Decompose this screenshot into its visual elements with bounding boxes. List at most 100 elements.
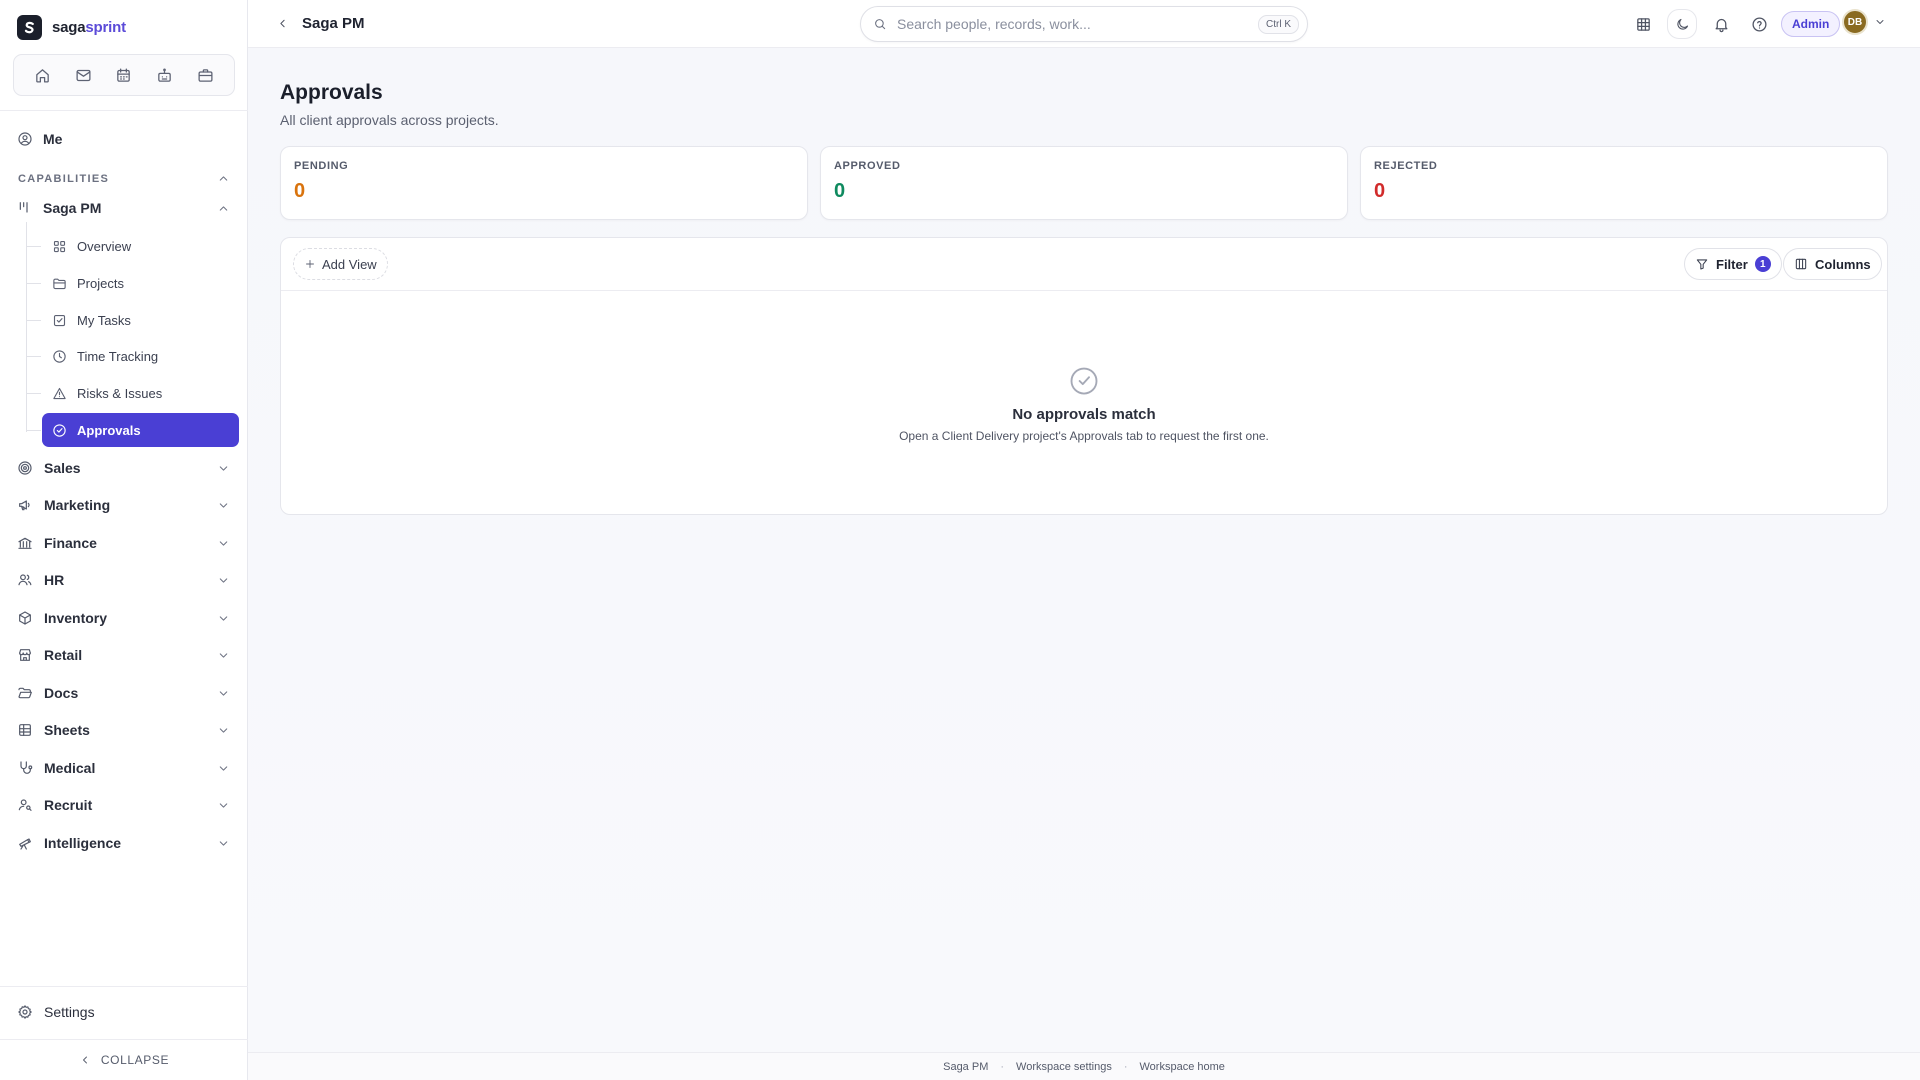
sidebar-group-medical[interactable]: Medical (17, 753, 230, 783)
help-circle-icon (1751, 16, 1768, 33)
theme-toggle-button[interactable] (1667, 9, 1697, 39)
help-button[interactable] (1747, 12, 1771, 36)
briefcase-icon[interactable] (197, 67, 214, 84)
notifications-button[interactable] (1709, 12, 1733, 36)
add-view-label: Add View (322, 256, 377, 272)
sidebar-divider (0, 1039, 248, 1040)
folder-icon (52, 276, 67, 291)
check-circle-icon (1069, 366, 1099, 396)
sidebar-group-label: Retail (44, 647, 83, 663)
brand-logo[interactable]: sagasprint (17, 15, 126, 40)
sidebar: sagasprint Me CAPABILITIES Saga PM Overv… (0, 0, 248, 1080)
chevron-down-icon (217, 687, 230, 700)
main-content: Approvals All client approvals across pr… (248, 48, 1920, 1052)
chevron-down-icon (217, 462, 230, 475)
sidebar-item-projects[interactable]: Projects (42, 266, 239, 300)
store-icon (17, 647, 33, 663)
sidebar-group-intelligence[interactable]: Intelligence (17, 828, 230, 858)
sidebar-group-label: Saga PM (43, 200, 102, 216)
chevron-down-icon (217, 574, 230, 587)
sidebar-item-label: Settings (44, 1004, 95, 1020)
sidebar-group-saga-pm[interactable]: Saga PM (17, 200, 230, 216)
sidebar-item-time-tracking[interactable]: Time Tracking (42, 339, 239, 373)
filter-count-badge: 1 (1754, 256, 1771, 272)
sidebar-group-marketing[interactable]: Marketing (17, 490, 230, 520)
sidebar-group-sales[interactable]: Sales (17, 453, 230, 483)
telescope-icon (17, 835, 33, 851)
filter-icon (1695, 257, 1709, 271)
back-arrow-icon[interactable] (276, 17, 289, 30)
columns-icon (1794, 257, 1808, 271)
calendar-icon[interactable] (115, 67, 132, 84)
collapse-sidebar-button[interactable]: COLLAPSE (0, 1045, 248, 1075)
chevron-down-icon (217, 837, 230, 850)
sidebar-item-label: Risks & Issues (77, 385, 163, 401)
chevron-down-icon (217, 499, 230, 512)
stat-label: PENDING (294, 160, 349, 172)
sidebar-group-label: HR (44, 572, 65, 588)
bank-icon (17, 535, 33, 551)
sidebar-group-retail[interactable]: Retail (17, 640, 230, 670)
footer-separator: · (1123, 1060, 1128, 1073)
sidebar-item-my-tasks[interactable]: My Tasks (42, 303, 239, 337)
sidebar-item-settings[interactable]: Settings (17, 1004, 95, 1020)
chevron-down-icon (1874, 16, 1886, 28)
tree-tick (27, 320, 41, 321)
sidebar-group-hr[interactable]: HR (17, 565, 230, 595)
checkbox-icon (52, 313, 67, 328)
tree-tick (27, 246, 41, 247)
sidebar-group-label: Sales (44, 460, 81, 476)
mail-icon[interactable] (75, 67, 92, 84)
admin-badge[interactable]: Admin (1781, 11, 1841, 37)
sidebar-group-label: Finance (44, 535, 97, 551)
user-menu[interactable]: DB (1842, 9, 1886, 35)
chevron-down-icon (217, 537, 230, 550)
footer-link-workspace-home[interactable]: Workspace home (1140, 1061, 1225, 1073)
user-circle-icon (17, 131, 33, 147)
sidebar-group-recruit[interactable]: Recruit (17, 790, 230, 820)
clock-icon (52, 349, 67, 364)
target-icon (17, 460, 33, 476)
sidebar-item-overview[interactable]: Overview (42, 229, 239, 263)
collapse-label: COLLAPSE (100, 1053, 170, 1067)
sidebar-group-finance[interactable]: Finance (17, 528, 230, 558)
search-input[interactable] (897, 16, 1248, 32)
empty-state-message: Open a Client Delivery project's Approva… (899, 429, 1269, 443)
box-icon (17, 610, 33, 626)
sidebar-item-label: Me (43, 131, 63, 147)
sidebar-item-label: Approvals (77, 422, 141, 438)
sidebar-item-approvals[interactable]: Approvals (42, 413, 239, 447)
chevron-left-icon (79, 1054, 91, 1066)
search-shortcut-hint: Ctrl K (1258, 14, 1299, 34)
breadcrumb[interactable]: Saga PM (302, 15, 365, 32)
sidebar-group-docs[interactable]: Docs (17, 678, 230, 708)
sidebar-item-risks-issues[interactable]: Risks & Issues (42, 376, 239, 410)
sidebar-divider (0, 110, 248, 111)
stat-value: 0 (294, 180, 306, 202)
page-subtitle: All client approvals across projects. (280, 112, 499, 128)
capabilities-header[interactable]: CAPABILITIES (18, 172, 230, 185)
chevron-down-icon (217, 649, 230, 662)
columns-button[interactable]: Columns (1783, 248, 1882, 280)
tree-tick (27, 393, 41, 394)
approvals-table-panel: Add View Filter 1 Columns No approvals m… (280, 237, 1888, 515)
bot-icon[interactable] (156, 67, 173, 84)
chevron-down-icon (217, 612, 230, 625)
brand-name: sagasprint (52, 19, 126, 36)
tree-tick (27, 356, 41, 357)
home-icon[interactable] (34, 67, 51, 84)
filter-button[interactable]: Filter 1 (1684, 248, 1782, 280)
sidebar-group-label: Docs (44, 685, 79, 701)
stat-label: REJECTED (1374, 160, 1438, 172)
apps-grid-button[interactable] (1631, 12, 1655, 36)
sidebar-group-inventory[interactable]: Inventory (17, 603, 230, 633)
global-search[interactable]: Ctrl K (860, 6, 1308, 42)
footer-link-workspace-settings[interactable]: Workspace settings (1016, 1061, 1112, 1073)
brand-name-part1: saga (52, 19, 86, 36)
sidebar-group-label: Inventory (44, 610, 108, 626)
sidebar-item-me[interactable]: Me (17, 131, 62, 147)
sidebar-group-sheets[interactable]: Sheets (17, 715, 230, 745)
folder-open-icon (17, 685, 33, 701)
footer-link-saga-pm[interactable]: Saga PM (943, 1061, 988, 1073)
add-view-button[interactable]: Add View (293, 248, 388, 280)
